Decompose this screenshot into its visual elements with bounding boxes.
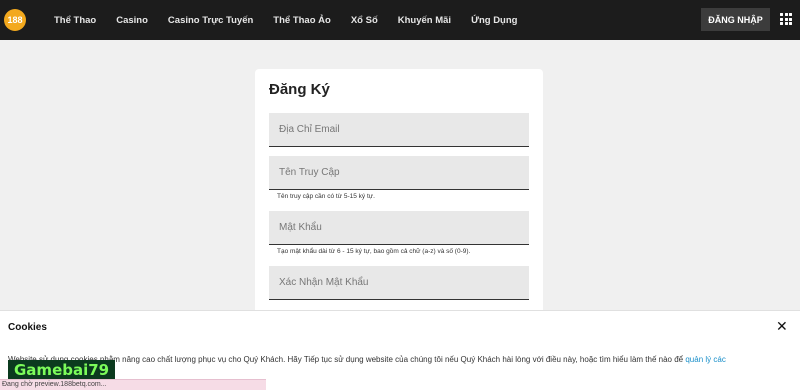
username-placeholder: Tên Truy Cập bbox=[279, 167, 340, 178]
nav-item-casino[interactable]: Casino bbox=[116, 15, 148, 26]
cookie-text: Website sử dụng cookies nhằm nâng cao ch… bbox=[8, 355, 792, 364]
logo-mark: 188 bbox=[4, 9, 26, 31]
top-navigation-bar: 188 Thể Thao Casino Casino Trực Tuyến Th… bbox=[0, 0, 800, 40]
page-title: Đăng Ký bbox=[269, 81, 330, 98]
email-field[interactable]: Địa Chỉ Email bbox=[269, 113, 529, 147]
close-icon[interactable]: ✕ bbox=[776, 319, 788, 333]
cookie-banner: Cookies ✕ Website sử dụng cookies nhằm n… bbox=[0, 310, 800, 390]
password-placeholder: Mật Khẩu bbox=[279, 222, 322, 233]
email-placeholder: Địa Chỉ Email bbox=[279, 124, 340, 135]
registration-card: Đăng Ký Địa Chỉ Email Tên Truy Cập Tên t… bbox=[255, 69, 543, 329]
main-nav: Thể Thao Casino Casino Trực Tuyến Thể Th… bbox=[54, 15, 537, 26]
password-field[interactable]: Mật Khẩu bbox=[269, 211, 529, 245]
nav-item-the-thao[interactable]: Thể Thao bbox=[54, 15, 96, 26]
username-hint: Tên truy cập cần có từ 5-15 ký tự. bbox=[277, 193, 375, 200]
nav-item-casino-truc-tuyen[interactable]: Casino Trực Tuyến bbox=[168, 15, 253, 26]
watermark-logo: Gamebai79 bbox=[8, 360, 116, 380]
username-field[interactable]: Tên Truy Cập bbox=[269, 156, 529, 190]
cookie-manage-link[interactable]: quản lý các bbox=[685, 355, 725, 364]
cookie-title: Cookies bbox=[8, 322, 47, 333]
confirm-password-field[interactable]: Xác Nhận Mật Khẩu bbox=[269, 266, 529, 300]
nav-item-xo-so[interactable]: Xổ Số bbox=[351, 15, 378, 26]
nav-item-khuyen-mai[interactable]: Khuyến Mãi bbox=[398, 15, 451, 26]
login-button[interactable]: ĐĂNG NHẬP bbox=[701, 8, 770, 31]
grid-icon[interactable] bbox=[780, 13, 792, 25]
password-hint: Tạo mật khẩu dài từ 6 - 15 ký tự, bao gồ… bbox=[277, 248, 471, 255]
confirm-password-placeholder: Xác Nhận Mật Khẩu bbox=[279, 277, 369, 288]
nav-item-ung-dung[interactable]: Ứng Dụng bbox=[471, 15, 517, 26]
nav-item-the-thao-ao[interactable]: Thể Thao Ảo bbox=[273, 15, 331, 26]
brand-logo[interactable]: 188 bbox=[4, 9, 26, 31]
browser-status-bar: Đang chờ preview.188betq.com... bbox=[0, 379, 266, 390]
